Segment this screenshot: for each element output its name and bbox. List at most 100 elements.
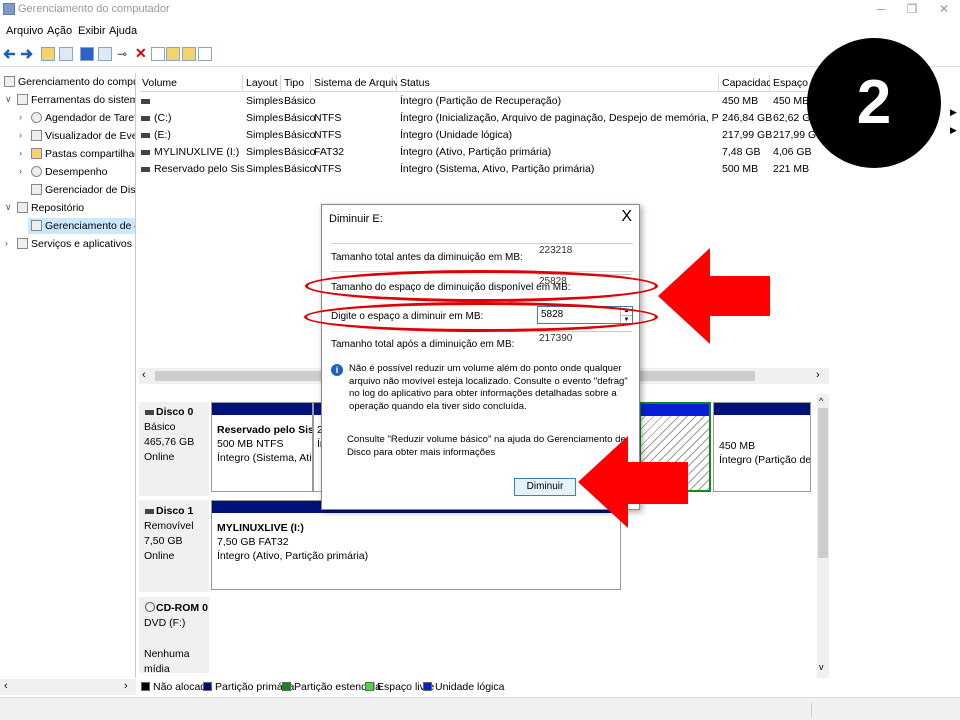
cell-status: Íntegro (Unidade lógica): [400, 129, 513, 141]
disk-map-vscrollbar[interactable]: ^ v: [817, 394, 829, 678]
tree-item-gerenciador-dispositivos[interactable]: Gerenciador de Disposit: [45, 184, 135, 196]
tree-item-agendador[interactable]: Agendador de Tarefas: [45, 112, 135, 124]
volume-icon: [141, 150, 150, 155]
expand-arrow-icon[interactable]: ▶: [950, 107, 957, 118]
partition-recovery[interactable]: 450 MB Íntegro (Partição de Rec: [713, 402, 811, 492]
cdrom-type: DVD (F:): [144, 617, 186, 629]
forward-arrow-icon[interactable]: [20, 48, 33, 60]
cell-capacidade: 500 MB: [722, 163, 759, 175]
view-list-icon[interactable]: [198, 47, 212, 61]
total-before-label: Tamanho total antes da diminuição em MB:: [331, 252, 523, 263]
back-arrow-icon[interactable]: [3, 48, 16, 60]
partition-status: Íntegro (Partição de Rec: [719, 454, 811, 466]
primary-partition-bar: [212, 403, 312, 415]
partition-size: 7,50 GB FAT32: [217, 536, 289, 548]
open-folder-icon[interactable]: [166, 47, 180, 61]
info-text: Não é possível reduzir um volume além do…: [349, 363, 628, 412]
chevron-right-icon[interactable]: ›: [19, 112, 29, 122]
cell-capacidade: 450 MB: [722, 95, 759, 107]
step-badge: 2: [807, 38, 941, 168]
chevron-down-icon[interactable]: ∨: [5, 202, 15, 212]
up-folder-icon[interactable]: [41, 47, 55, 61]
tree-item-servicos[interactable]: Serviços e aplicativos: [31, 238, 132, 250]
chevron-right-icon[interactable]: ›: [19, 166, 29, 176]
chevron-down-icon[interactable]: ∨: [5, 94, 15, 104]
tree-root[interactable]: Gerenciamento do computado: [18, 76, 135, 88]
cell-layout: Simples: [246, 146, 284, 158]
red-arrow-left-icon: [658, 248, 770, 344]
chevron-right-icon[interactable]: ›: [19, 130, 29, 140]
cell-status: Íntegro (Sistema, Ativo, Partição primár…: [400, 163, 595, 175]
tree-scrollbar[interactable]: ‹ ›: [0, 679, 136, 695]
cell-layout: Simples: [246, 112, 284, 124]
volume-icon: [141, 167, 150, 172]
partition-name: MYLINUXLIVE (I:): [217, 522, 304, 534]
col-layout[interactable]: Layout: [243, 75, 281, 92]
menu-ajuda[interactable]: Ajuda: [109, 25, 137, 37]
scroll-right-icon[interactable]: ›: [816, 369, 820, 381]
scroll-right-icon[interactable]: ›: [124, 680, 128, 692]
cell-layout: Simples: [246, 95, 284, 107]
services-icon: [17, 238, 28, 249]
menu-arquivo[interactable]: Arquivo: [6, 25, 43, 37]
close-button[interactable]: ✕: [929, 0, 959, 20]
minimize-button[interactable]: ─: [866, 0, 896, 20]
tree-item-desempenho[interactable]: Desempenho: [45, 166, 107, 178]
expand-arrow-icon[interactable]: ▶: [950, 125, 957, 136]
col-sistema-arquivos[interactable]: Sistema de Arquivos: [311, 75, 410, 92]
scroll-left-icon[interactable]: ‹: [142, 369, 146, 381]
partition-status: Íntegro (Ativo, Partição primária): [217, 550, 369, 562]
window-title: Gerenciamento do computador: [18, 3, 170, 15]
show-hide-tree-icon[interactable]: [59, 47, 73, 61]
cell-capacidade: 246,84 GB: [722, 112, 773, 124]
col-status[interactable]: Status: [397, 75, 719, 92]
volume-icon: [141, 95, 241, 107]
chevron-right-icon[interactable]: ›: [5, 238, 15, 248]
search-folder-icon[interactable]: [182, 47, 196, 61]
delete-icon[interactable]: ✕: [135, 45, 147, 62]
properties-icon[interactable]: [98, 47, 112, 61]
menu-exibir[interactable]: Exibir: [78, 25, 106, 37]
dialog-close-button[interactable]: X: [621, 208, 632, 226]
col-volume[interactable]: Volume: [139, 75, 243, 92]
cell-tipo: Básico: [284, 129, 316, 141]
legend-logical: Unidade lógica: [423, 681, 504, 693]
menu-acao[interactable]: Ação: [47, 25, 72, 37]
shared-folder-icon: [31, 148, 42, 159]
scroll-left-icon[interactable]: ‹: [4, 680, 8, 692]
partition-name: Reservado pelo Sistem: [217, 424, 313, 436]
scroll-down-icon[interactable]: v: [819, 662, 824, 672]
computer-management-icon: [3, 3, 15, 15]
chevron-right-icon[interactable]: ›: [19, 148, 29, 158]
actions-pane: ▶ ▶: [830, 75, 960, 695]
tree-item-pastas[interactable]: Pastas compartilhadas: [45, 148, 135, 160]
toolbar: ⊸ ✕: [0, 43, 960, 67]
maximize-button[interactable]: ❐: [897, 0, 927, 20]
cdrom-name: CD-ROM 0: [156, 602, 208, 614]
check-icon[interactable]: [151, 47, 165, 61]
cell-volume: (E:): [154, 129, 171, 141]
shrink-button[interactable]: Diminuir: [514, 478, 576, 496]
legend-swatch: [141, 682, 150, 691]
cell-espaco-livre: 221 MB: [773, 163, 810, 175]
partition-usb[interactable]: MYLINUXLIVE (I:) 7,50 GB FAT32 Íntegro (…: [211, 500, 621, 590]
col-capacidade[interactable]: Capacidade: [719, 75, 778, 92]
col-tipo[interactable]: Tipo: [281, 75, 311, 92]
cell-sistema: NTFS: [314, 129, 342, 141]
tree-item-repositorio[interactable]: Repositório: [31, 202, 84, 214]
cell-tipo: Básico: [284, 112, 316, 124]
scroll-up-icon[interactable]: ^: [819, 396, 823, 406]
tree-item-gerenciamento-disco[interactable]: Gerenciamento de disco: [45, 220, 135, 232]
info-icon: i: [331, 364, 343, 376]
partition-reserved[interactable]: Reservado pelo Sistem 500 MB NTFS Íntegr…: [211, 402, 313, 492]
tree-item-ferramentas[interactable]: Ferramentas do sistema: [31, 94, 135, 106]
status-bar: [0, 697, 960, 720]
scroll-thumb[interactable]: [818, 408, 828, 558]
volume-icon: [141, 133, 150, 138]
connect-icon[interactable]: ⊸: [117, 47, 127, 61]
tree-item-visualizador[interactable]: Visualizador de Eventos: [45, 130, 135, 142]
device-manager-icon: [31, 184, 42, 195]
legend-swatch: [365, 682, 374, 691]
tools-icon: [17, 94, 28, 105]
help-icon[interactable]: [80, 47, 94, 61]
